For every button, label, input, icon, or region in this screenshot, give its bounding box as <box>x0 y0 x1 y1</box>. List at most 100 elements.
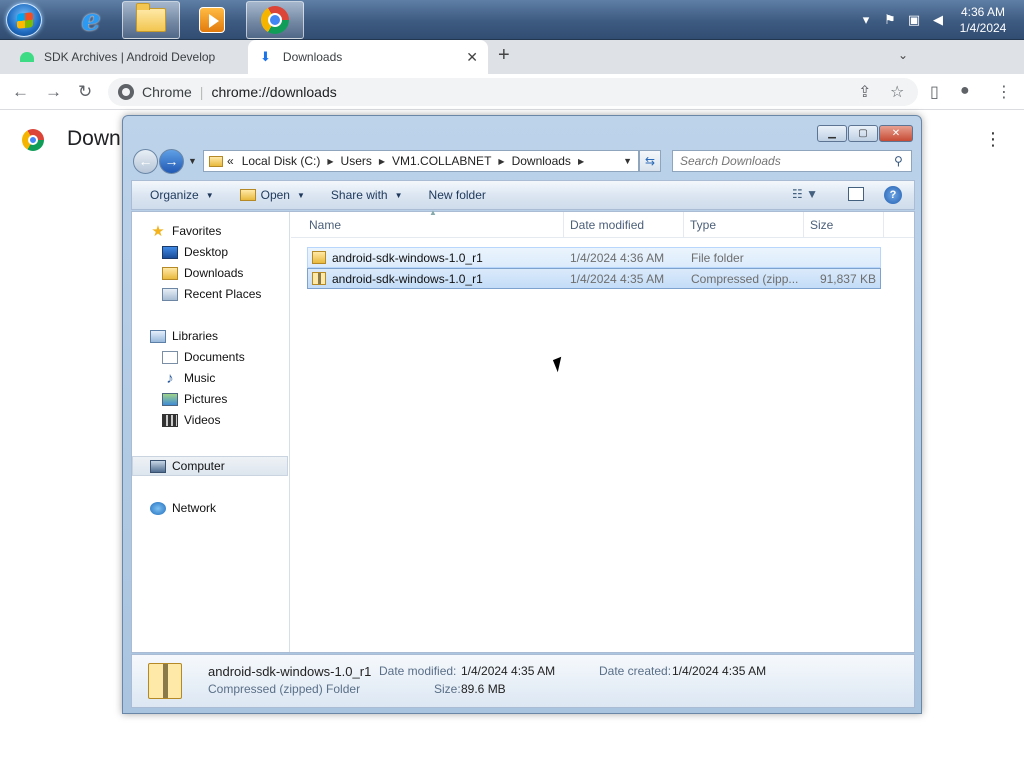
system-tray: ▾ ⚑ ▣ ◀ 4:36 AM 1/4/2024 <box>856 0 1024 40</box>
clock-time: 4:36 AM <box>960 5 1006 19</box>
music-icon: ♪ <box>166 369 174 387</box>
nav-favorites[interactable]: ★ Favorites <box>150 221 221 241</box>
column-headers: ▲ Name Date modified Type Size <box>291 208 914 238</box>
mouse-cursor-icon <box>552 356 567 373</box>
bookmark-star-icon[interactable]: ☆ <box>890 82 904 102</box>
network-icon[interactable]: ▣ <box>904 12 924 28</box>
nav-libraries[interactable]: Libraries <box>150 326 218 346</box>
tab-downloads[interactable]: ⬇ Downloads ✕ <box>248 40 488 74</box>
folder-icon <box>312 251 326 264</box>
nav-label: Network <box>172 501 217 515</box>
refresh-button[interactable]: ⇆ <box>639 150 661 172</box>
taskbar-internet-explorer[interactable]: e <box>62 1 120 39</box>
profile-avatar-icon[interactable]: ● <box>960 82 970 100</box>
nav-label: Favorites <box>172 224 222 238</box>
download-icon: ⬇ <box>260 49 271 64</box>
change-view-icon[interactable]: ☷ ▼ <box>792 187 818 201</box>
more-actions-icon[interactable]: ⋮ <box>984 129 1002 150</box>
back-button[interactable]: ← <box>133 149 158 174</box>
new-tab-button[interactable]: + <box>498 44 510 67</box>
zip-folder-icon <box>312 272 326 285</box>
chrome-site-icon <box>118 84 134 100</box>
nav-label: Pictures <box>184 392 228 406</box>
breadcrumb-user-folder[interactable]: VM1.COLLABNET <box>392 154 491 168</box>
chevron-right-icon[interactable]: ▶ <box>578 157 584 166</box>
search-icon[interactable]: ⚲ <box>894 154 903 168</box>
organize-button[interactable]: Organize ▼ <box>150 188 214 202</box>
new-folder-button[interactable]: New folder <box>429 188 486 202</box>
details-size-label: Size: <box>434 682 461 696</box>
column-header-date-modified[interactable]: Date modified <box>564 212 684 238</box>
tab-sdk-archives[interactable]: SDK Archives | Android Develop <box>8 40 246 74</box>
nav-label: Music <box>184 371 216 385</box>
downloads-folder-icon <box>162 266 178 280</box>
maximize-button[interactable]: ▢ <box>848 125 878 142</box>
nav-recent-places[interactable]: Recent Places <box>162 284 261 304</box>
page-title: Downl <box>67 127 126 150</box>
file-row[interactable]: android-sdk-windows-1.0_r1 1/4/2024 4:35… <box>307 268 881 289</box>
address-bar[interactable]: Chrome | chrome://downloads <box>108 78 918 106</box>
tab-search-icon[interactable]: ⌄ <box>898 48 908 62</box>
forward-button[interactable]: → <box>159 149 184 174</box>
column-header-type[interactable]: Type <box>684 212 804 238</box>
breadcrumb-overflow[interactable]: « <box>227 154 234 168</box>
folder-icon <box>209 155 223 167</box>
taskbar-windows-explorer[interactable] <box>122 1 180 39</box>
volume-muted-icon[interactable]: ◀ <box>928 12 948 28</box>
address-dropdown-icon[interactable]: ▼ <box>623 156 632 166</box>
url-text[interactable]: chrome://downloads <box>211 84 336 100</box>
nav-computer[interactable]: Computer <box>150 456 225 476</box>
recent-places-icon <box>162 287 178 301</box>
minimize-button[interactable]: ▁ <box>817 125 847 142</box>
file-type: File folder <box>691 251 744 265</box>
search-input[interactable] <box>680 154 890 168</box>
show-hidden-icons-icon[interactable]: ▾ <box>856 12 876 28</box>
nav-music[interactable]: ♪ Music <box>162 368 215 388</box>
side-panel-icon[interactable]: ▯ <box>930 82 939 102</box>
column-header-name[interactable]: Name <box>303 212 564 238</box>
media-player-icon <box>199 7 225 33</box>
column-header-size[interactable]: Size <box>804 212 884 238</box>
preview-pane-icon[interactable] <box>848 187 864 201</box>
breadcrumb-local-disk[interactable]: Local Disk (C:) <box>242 154 321 168</box>
explorer-window: ▁ ▢ ✕ ← → ▼ « Local Disk (C:) ▶ Users ▶ … <box>122 115 922 714</box>
share-icon[interactable]: ⇪ <box>858 82 871 102</box>
chrome-menu-icon[interactable]: ⋮ <box>996 82 1012 102</box>
nav-downloads[interactable]: Downloads <box>162 263 243 283</box>
tab-title: Downloads <box>282 50 343 64</box>
breadcrumb-users[interactable]: Users <box>341 154 372 168</box>
computer-icon <box>150 459 166 473</box>
chevron-right-icon[interactable]: ▶ <box>379 157 385 166</box>
explorer-address-bar[interactable]: « Local Disk (C:) ▶ Users ▶ VM1.COLLABNE… <box>203 150 639 172</box>
start-button[interactable] <box>6 3 42 37</box>
close-button[interactable]: ✕ <box>879 125 913 142</box>
desktop-icon <box>162 245 178 259</box>
share-with-button[interactable]: Share with ▼ <box>331 188 403 202</box>
file-row[interactable]: android-sdk-windows-1.0_r1 1/4/2024 4:36… <box>307 247 881 268</box>
back-arrow-icon[interactable]: ← <box>12 82 29 102</box>
open-button[interactable]: Open ▼ <box>239 188 305 202</box>
nav-pictures[interactable]: Pictures <box>162 389 227 409</box>
nav-network[interactable]: Network <box>150 498 216 518</box>
nav-documents[interactable]: Documents <box>162 347 245 367</box>
nav-desktop[interactable]: Desktop <box>162 242 228 262</box>
close-tab-icon[interactable]: ✕ <box>466 49 478 66</box>
action-center-icon[interactable]: ⚑ <box>880 12 900 28</box>
omnibox-divider: | <box>199 84 204 100</box>
help-icon[interactable]: ? <box>884 186 902 204</box>
internet-explorer-icon: e <box>81 2 101 38</box>
clock[interactable]: 4:36 AM 1/4/2024 <box>952 4 1014 36</box>
forward-arrow-icon[interactable]: → <box>45 82 62 102</box>
taskbar-media-player[interactable] <box>183 1 241 39</box>
nav-label: Downloads <box>184 266 244 280</box>
chevron-right-icon[interactable]: ▶ <box>498 157 504 166</box>
nav-label: Computer <box>172 459 225 473</box>
search-box[interactable]: ⚲ <box>672 150 912 172</box>
nav-videos[interactable]: Videos <box>162 410 220 430</box>
organize-label: Organize <box>150 188 199 202</box>
reload-icon[interactable]: ↻ <box>78 82 92 102</box>
breadcrumb-downloads[interactable]: Downloads <box>512 154 571 168</box>
taskbar-chrome[interactable] <box>246 1 304 39</box>
recent-pages-chevron-icon[interactable]: ▼ <box>188 156 197 166</box>
chevron-right-icon[interactable]: ▶ <box>327 157 333 166</box>
